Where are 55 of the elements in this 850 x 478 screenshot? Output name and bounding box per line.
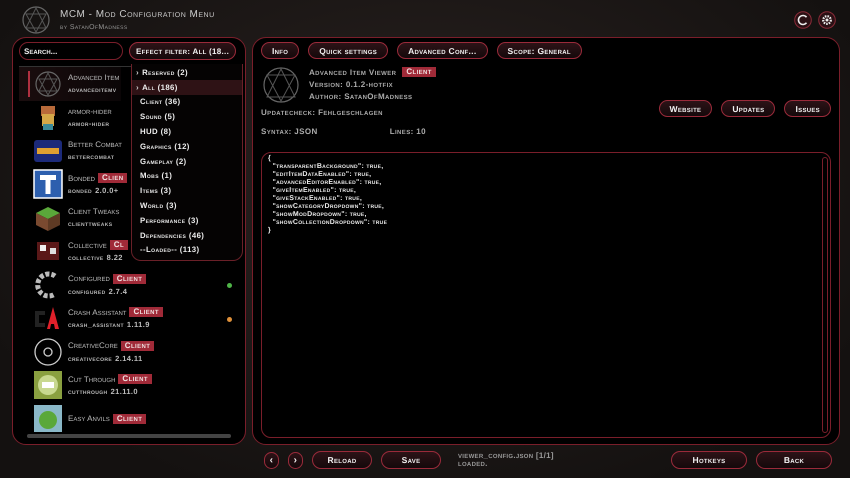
filter-dropdown[interactable]: Effect filter: All (18...	[129, 42, 236, 60]
mod-name: Bonded	[68, 174, 96, 183]
syntax-label: Syntax: JSON	[261, 127, 318, 136]
tab[interactable]: Quick settings	[308, 42, 388, 59]
category-badge: Client	[402, 67, 436, 77]
mod-name: armor-hider	[68, 106, 112, 116]
tab[interactable]: Scope: General	[496, 42, 582, 59]
link-button[interactable]: Website	[658, 100, 712, 117]
update-check-status: Updatecheck: Fehlgeschlagen	[261, 108, 383, 117]
category-badge: Clien	[98, 173, 128, 184]
mod-list-item[interactable]: Easy Anvils Client	[19, 402, 239, 432]
category-badge: Client	[118, 374, 152, 384]
chevron-icon: ›	[136, 82, 140, 92]
mod-logo-icon	[33, 169, 63, 200]
line-count: Lines: 10	[390, 127, 426, 136]
category-badge: Client	[120, 340, 154, 351]
category-badge: Client	[112, 274, 146, 284]
mod-name: Configured	[68, 274, 110, 284]
mod-name: Easy Anvils	[68, 414, 110, 424]
app-title: MCM - Mod Configuration Menu	[60, 9, 215, 20]
footer-button[interactable]: Reload	[312, 451, 372, 469]
mod-name: Client Tweaks	[68, 207, 120, 216]
mod-version: Version: 0.1.2-hotfix	[309, 80, 394, 89]
chevron-icon: ›	[136, 68, 140, 77]
category-badge: Client	[129, 307, 163, 318]
mod-title: Advanced Item Viewer	[309, 68, 396, 76]
footer-button[interactable]: Save	[381, 451, 441, 469]
next-button[interactable]: ›	[288, 452, 303, 468]
mod-name: Crash Assistant	[68, 308, 126, 317]
mod-logo-icon	[261, 65, 301, 105]
settings-icon[interactable]	[818, 11, 836, 29]
refresh-icon[interactable]	[794, 11, 812, 29]
footer-button[interactable]: Back	[756, 451, 832, 469]
mod-logo-icon	[33, 68, 63, 99]
category-badge: Cl	[110, 240, 128, 250]
status-message: loaded.	[458, 460, 489, 468]
file-name: viewer_config.json [1/1]	[458, 452, 554, 460]
previous-button[interactable]: ‹	[264, 452, 279, 468]
mod-name: Advanced Item	[68, 73, 120, 82]
mod-name: Collective	[68, 240, 107, 250]
mod-name: Cut Through	[68, 374, 116, 384]
mod-name: Better Combat	[68, 140, 122, 150]
mod-logo-icon	[33, 370, 63, 400]
footer-button[interactable]: Hotkeys	[671, 451, 747, 469]
category-badge: Client	[112, 414, 146, 424]
mcm-logo-icon	[20, 4, 52, 36]
mod-author: Author: SatanOfMadness	[309, 92, 414, 101]
mod-logo-icon	[33, 404, 63, 432]
link-button[interactable]: Updates	[721, 100, 776, 117]
link-button[interactable]: Issues	[784, 100, 831, 117]
search-field[interactable]: Search...	[19, 42, 123, 60]
mod-logo-icon	[33, 336, 63, 367]
mod-name: CreativeCore	[68, 341, 118, 350]
tab[interactable]: Advanced Conf...	[397, 42, 488, 59]
tab[interactable]: Info	[261, 42, 300, 59]
